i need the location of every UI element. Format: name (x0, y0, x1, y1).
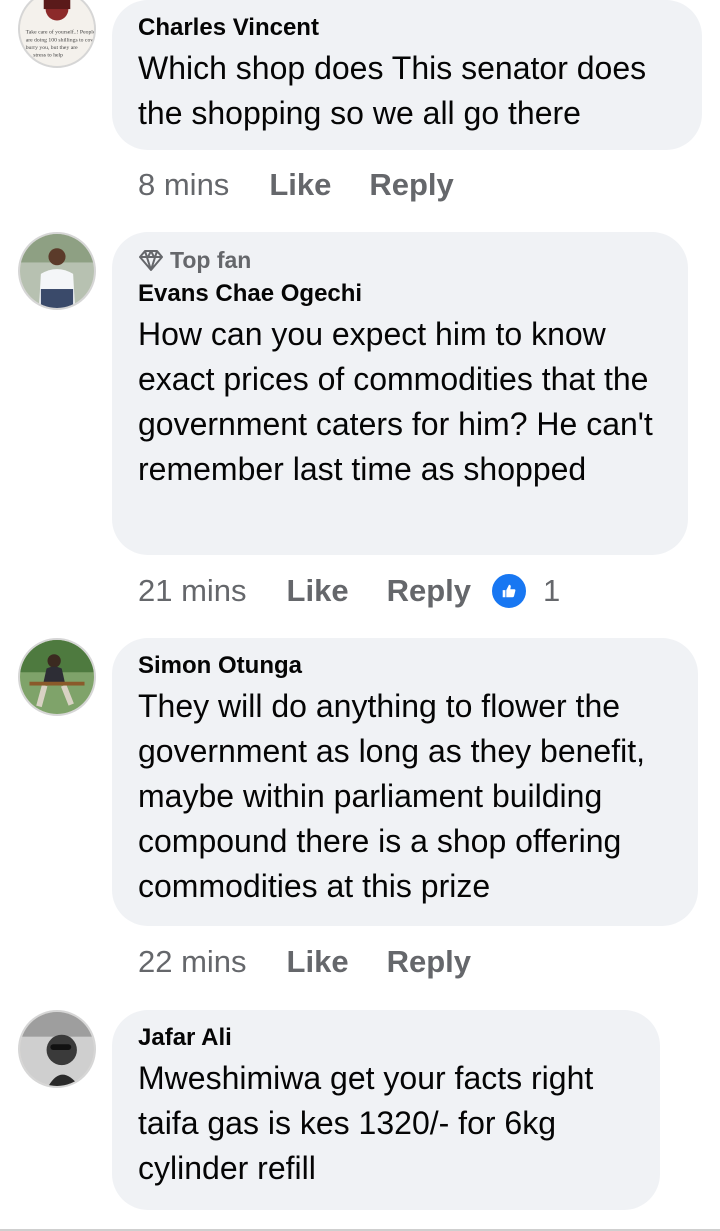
comment-time[interactable]: 22 mins (138, 944, 247, 980)
reply-button[interactable]: Reply (387, 573, 471, 609)
avatar-charles-vincent[interactable]: Take care of yourself..! People are doin… (18, 0, 96, 68)
comment-text: Mweshimiwa get your facts right taifa ga… (138, 1060, 594, 1186)
reaction-number: 1 (543, 573, 561, 608)
svg-text:are doing 100 shillings to cov: are doing 100 shillings to cover (26, 37, 94, 43)
comment-bubble: Jafar Ali Mweshimiwa get your facts righ… (112, 1010, 660, 1210)
comment-time[interactable]: 8 mins (138, 167, 229, 203)
avatar-jafar-ali[interactable] (18, 1010, 96, 1088)
comment-author[interactable]: Jafar Ali (138, 1024, 634, 1052)
thumbs-up-icon (489, 571, 529, 611)
comment-actions: 22 mins Like Reply (138, 940, 509, 984)
top-fan-badge: Top fan (138, 246, 662, 274)
comment-actions: 21 mins Like Reply 1 (138, 569, 560, 613)
comment-author[interactable]: Evans Chae Ogechi (138, 280, 662, 308)
reply-button[interactable]: Reply (369, 167, 453, 203)
like-button[interactable]: Like (287, 944, 349, 980)
comment-bubble: Charles Vincent Which shop does This sen… (112, 0, 702, 150)
badge-label: Top fan (170, 247, 252, 273)
diamond-icon (139, 250, 163, 271)
comment-author[interactable]: Simon Otunga (138, 652, 672, 680)
comment-author[interactable]: Charles Vincent (138, 14, 676, 42)
comment-time[interactable]: 21 mins (138, 573, 247, 609)
comment-text: Which shop does This senator does the sh… (138, 50, 647, 131)
comment-bubble: Top fan Evans Chae Ogechi How can you ex… (112, 232, 688, 555)
reaction-count[interactable]: 1 (489, 571, 560, 611)
avatar-evans-chae-ogechi[interactable] (18, 232, 96, 310)
svg-text:burry you, but they are: burry you, but they are (26, 45, 78, 51)
reply-button[interactable]: Reply (387, 944, 471, 980)
comment-actions: 8 mins Like Reply (138, 163, 492, 207)
svg-text:Take care of yourself..! Peopl: Take care of yourself..! People (26, 29, 94, 36)
svg-text:stress to help: stress to help (33, 53, 63, 59)
like-button[interactable]: Like (269, 167, 331, 203)
avatar-simon-otunga[interactable] (18, 638, 96, 716)
comment-bubble: Simon Otunga They will do anything to fl… (112, 638, 698, 926)
like-button[interactable]: Like (287, 573, 349, 609)
comment-text: How can you expect him to know exact pri… (138, 316, 653, 487)
comment-text: They will do anything to flower the gove… (138, 688, 645, 904)
